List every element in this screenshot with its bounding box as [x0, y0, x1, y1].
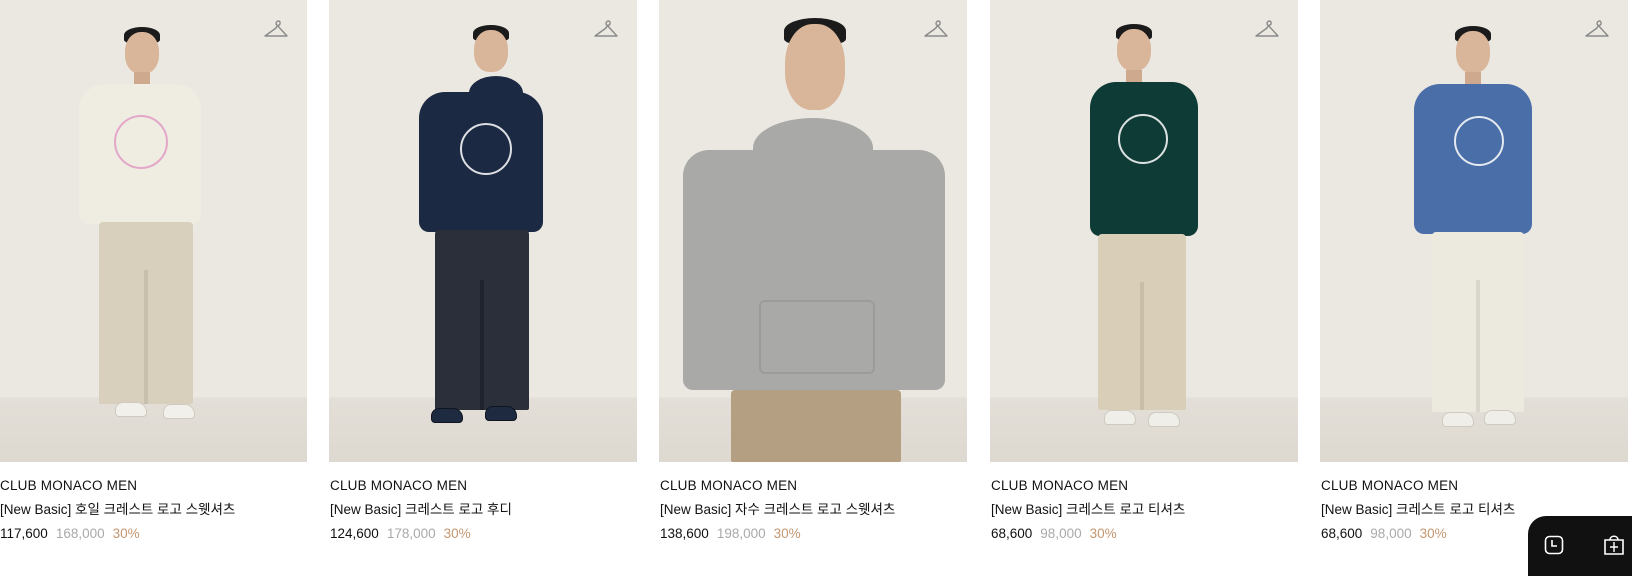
hanger-icon[interactable] — [1254, 17, 1280, 39]
floating-quick-panel[interactable] — [1528, 516, 1632, 576]
model-figure — [990, 0, 1298, 462]
product-image[interactable] — [659, 0, 967, 462]
product-brand[interactable]: CLUB MONACO MEN — [1321, 478, 1627, 494]
price-row: 117,600 168,000 30% — [0, 526, 306, 542]
discount-rate: 30% — [1419, 526, 1447, 541]
original-price: 168,000 — [55, 526, 105, 541]
model-figure — [659, 0, 967, 462]
product-name[interactable]: [New Basic] 크레스트 로고 후디 — [330, 502, 636, 518]
discount-rate: 30% — [1089, 526, 1117, 541]
product-image[interactable] — [1320, 0, 1628, 462]
model-figure — [329, 0, 637, 462]
discount-rate: 30% — [773, 526, 801, 541]
original-price: 98,000 — [1040, 526, 1082, 541]
product-brand[interactable]: CLUB MONACO MEN — [660, 478, 966, 494]
model-figure — [0, 0, 307, 462]
hanger-icon[interactable] — [263, 17, 289, 39]
product-brand[interactable]: CLUB MONACO MEN — [0, 478, 306, 494]
discount-rate: 30% — [112, 526, 140, 541]
product-brand[interactable]: CLUB MONACO MEN — [330, 478, 636, 494]
hanger-icon[interactable] — [923, 17, 949, 39]
sale-price: 138,600 — [660, 526, 709, 541]
sale-price: 68,600 — [1321, 526, 1363, 541]
clock-icon[interactable] — [1544, 535, 1564, 555]
product-brand[interactable]: CLUB MONACO MEN — [991, 478, 1297, 494]
shopping-bag-icon[interactable] — [1602, 533, 1626, 555]
product-name[interactable]: [New Basic] 호일 크레스트 로고 스웻셔츠 — [0, 502, 306, 518]
sale-price: 124,600 — [330, 526, 379, 541]
hanger-icon[interactable] — [593, 17, 619, 39]
product-card[interactable]: CLUB MONACO MEN [New Basic] 크레스트 로고 티셔츠 … — [1320, 0, 1628, 553]
product-info: CLUB MONACO MEN [New Basic] 크레스트 로고 후디 1… — [330, 478, 636, 542]
product-name[interactable]: [New Basic] 크레스트 로고 티셔츠 — [991, 502, 1297, 518]
product-info: CLUB MONACO MEN [New Basic] 자수 크레스트 로고 스… — [660, 478, 966, 542]
product-card[interactable]: CLUB MONACO MEN [New Basic] 호일 크레스트 로고 스… — [0, 0, 307, 553]
price-row: 68,600 98,000 30% — [991, 526, 1297, 542]
product-name[interactable]: [New Basic] 자수 크레스트 로고 스웻셔츠 — [660, 502, 966, 518]
model-figure — [1320, 0, 1628, 462]
product-image[interactable] — [0, 0, 307, 462]
discount-rate: 30% — [443, 526, 471, 541]
sale-price: 68,600 — [991, 526, 1033, 541]
original-price: 178,000 — [386, 526, 436, 541]
product-image[interactable] — [990, 0, 1298, 462]
product-card[interactable]: CLUB MONACO MEN [New Basic] 자수 크레스트 로고 스… — [659, 0, 967, 553]
product-card[interactable]: CLUB MONACO MEN [New Basic] 크레스트 로고 티셔츠 … — [990, 0, 1298, 553]
price-row: 124,600 178,000 30% — [330, 526, 636, 542]
product-image[interactable] — [329, 0, 637, 462]
hanger-icon[interactable] — [1584, 17, 1610, 39]
original-price: 98,000 — [1370, 526, 1412, 541]
original-price: 198,000 — [716, 526, 766, 541]
product-info: CLUB MONACO MEN [New Basic] 호일 크레스트 로고 스… — [0, 478, 306, 542]
price-row: 138,600 198,000 30% — [660, 526, 966, 542]
product-info: CLUB MONACO MEN [New Basic] 크레스트 로고 티셔츠 … — [991, 478, 1297, 542]
product-card[interactable]: CLUB MONACO MEN [New Basic] 크레스트 로고 후디 1… — [329, 0, 637, 553]
sale-price: 117,600 — [0, 526, 48, 541]
product-grid: CLUB MONACO MEN [New Basic] 호일 크레스트 로고 스… — [0, 0, 1632, 553]
